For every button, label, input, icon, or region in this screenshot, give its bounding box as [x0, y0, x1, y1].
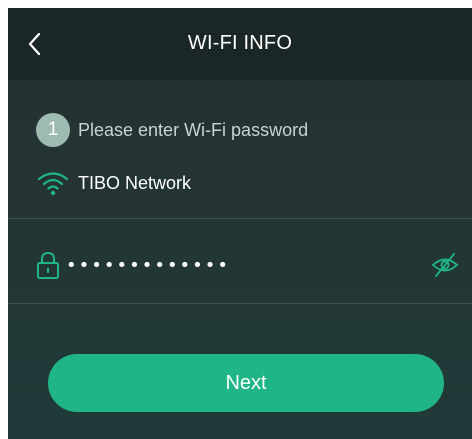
lock-icon	[37, 251, 59, 279]
step-instruction-text: Please enter Wi-Fi password	[78, 119, 309, 140]
divider	[8, 303, 472, 304]
header-bar: WI-FI INFO	[8, 8, 472, 80]
network-name: TIBO Network	[78, 172, 192, 193]
page-title: WI-FI INFO	[187, 32, 293, 54]
password-field-row	[36, 248, 460, 284]
step-number-badge: 1	[36, 113, 70, 147]
next-button[interactable]: Next	[48, 354, 444, 412]
eye-off-icon	[431, 253, 459, 277]
network-info: TIBO Network	[36, 168, 191, 198]
divider	[8, 218, 472, 219]
wifi-icon	[37, 172, 69, 196]
password-input[interactable]	[66, 250, 426, 280]
wifi-info-screen: WI-FI INFO 1 Please enter Wi-Fi password…	[8, 8, 472, 439]
step-instruction: 1 Please enter Wi-Fi password	[36, 112, 308, 148]
password-visibility-toggle[interactable]	[430, 252, 460, 278]
